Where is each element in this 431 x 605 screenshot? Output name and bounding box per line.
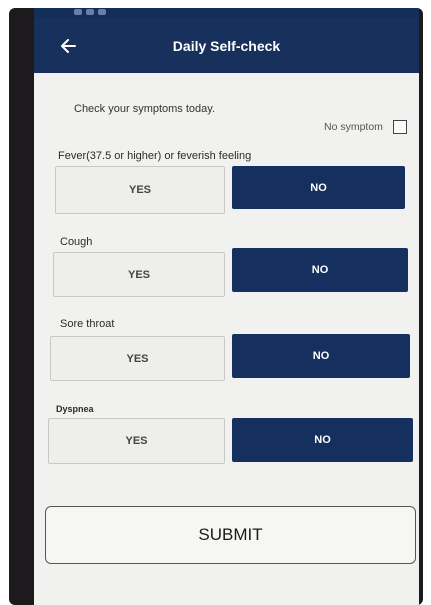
photo-frame: Daily Self-check Check your symptoms tod… (0, 0, 431, 605)
dyspnea-no-button[interactable]: NO (232, 418, 413, 462)
status-icon (86, 9, 94, 15)
fever-yes-button[interactable]: YES (55, 166, 225, 214)
submit-button[interactable]: SUBMIT (45, 506, 416, 564)
question-dyspnea-label: Dyspnea (56, 404, 94, 414)
cough-no-button[interactable]: NO (232, 248, 408, 292)
sore-throat-yes-button[interactable]: YES (50, 336, 225, 381)
question-sore-throat-label: Sore throat (60, 318, 115, 330)
status-icon (98, 9, 106, 15)
fever-no-button[interactable]: NO (232, 166, 405, 209)
status-icon (74, 9, 82, 15)
page-title: Daily Self-check (172, 37, 281, 54)
back-arrow-icon (61, 39, 76, 53)
dyspnea-yes-button[interactable]: YES (48, 418, 225, 464)
back-button[interactable] (54, 32, 82, 60)
status-bar (34, 8, 419, 18)
no-symptom-label: No symptom (324, 121, 383, 133)
status-icons (74, 9, 106, 15)
intro-text: Check your symptoms today. (74, 103, 216, 115)
sore-throat-no-button[interactable]: NO (232, 334, 410, 378)
app-bar: Daily Self-check (34, 18, 419, 73)
question-cough-label: Cough (60, 236, 93, 248)
question-fever-label: Fever(37.5 or higher) or feverish feelin… (58, 150, 252, 162)
no-symptom-checkbox[interactable] (392, 120, 407, 134)
cough-yes-button[interactable]: YES (53, 252, 225, 297)
no-symptom-option[interactable]: No symptom (324, 120, 407, 134)
